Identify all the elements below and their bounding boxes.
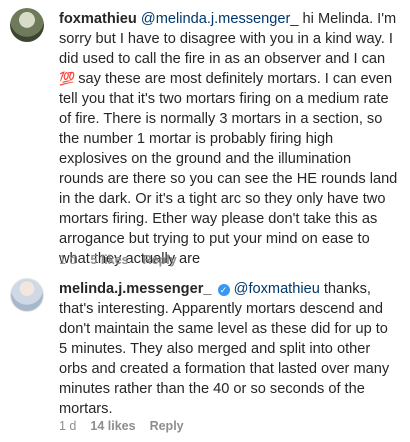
comment-username[interactable]: foxmathieu (59, 11, 137, 27)
comment-text: thanks, that's interesting. Apparently m… (59, 281, 390, 417)
likes-count[interactable]: 14 likes (90, 419, 135, 433)
comment-text-continued: say these are most definitely mortars. I… (59, 71, 398, 267)
comment-mention[interactable]: @melinda.j.messenger_ (141, 11, 299, 27)
comment-age: 1 d (59, 419, 77, 433)
verified-badge-icon: ✓ (217, 284, 230, 296)
likes-count[interactable]: 5 likes (90, 253, 128, 267)
comment-username[interactable]: melinda.j.messenger_ (59, 281, 212, 297)
avatar[interactable] (10, 278, 44, 312)
comment-meta: 1 d 14 likes Reply (59, 419, 198, 433)
reply-button[interactable]: Reply (150, 419, 184, 433)
comment-body: melinda.j.messenger_ ✓ @foxmathieu thank… (59, 279, 399, 419)
comment-body: foxmathieu @melinda.j.messenger_ hi Meli… (59, 9, 399, 269)
comment-meta: 1 d 5 likes Reply (59, 253, 191, 267)
comment-mention[interactable]: @foxmathieu (234, 281, 320, 297)
comment-age: 1 d (59, 253, 77, 267)
hundred-points-icon: 💯 (59, 71, 75, 86)
avatar[interactable] (10, 8, 44, 42)
reply-button[interactable]: Reply (143, 253, 177, 267)
